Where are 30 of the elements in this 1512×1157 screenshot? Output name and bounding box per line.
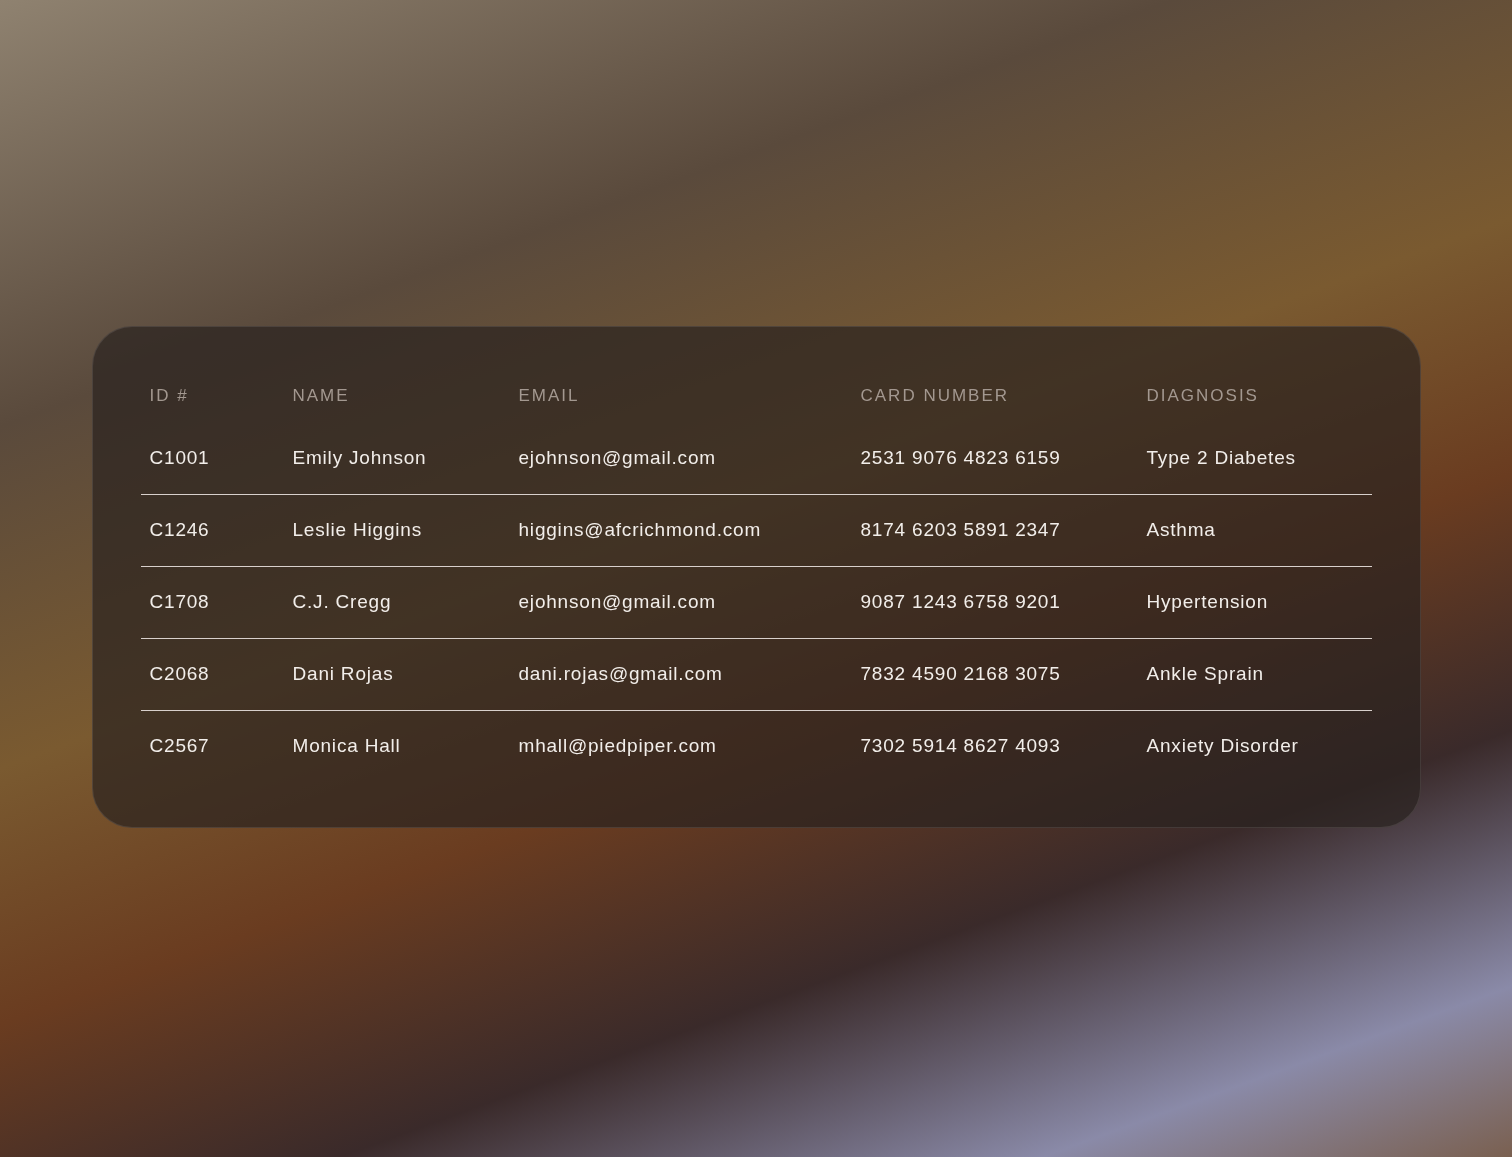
table-cell-text: higgins@afcrichmond.com <box>518 517 763 542</box>
table-cell-text: ejohnson@gmail.com <box>518 589 717 614</box>
table-cell-text: Dani Rojas <box>292 661 395 686</box>
table-cell-text: mhall@piedpiper.com <box>518 734 718 759</box>
table-cell-text: C.J. Cregg <box>292 589 393 614</box>
table-cell-text: 7302 5914 8627 4093 <box>860 734 1062 759</box>
table-cell-text: C1246 <box>149 517 211 542</box>
table-cell-text: 9087 1243 6758 9201 <box>860 589 1062 614</box>
table-cell-text: C1708 <box>149 589 211 614</box>
table-cell-text: Emily Johnson <box>292 445 428 470</box>
column-header: DIAGNOSIS <box>1146 385 1260 407</box>
table-cell-text: 8174 6203 5891 2347 <box>860 517 1062 542</box>
column-header: ID # <box>149 385 190 407</box>
table-cell-text: C2567 <box>149 734 211 759</box>
table-cell-text: dani.rojas@gmail.com <box>518 661 724 686</box>
table-cell-text: 7832 4590 2168 3075 <box>860 661 1062 686</box>
table-cell-text: Anxiety Disorder <box>1146 734 1300 759</box>
table-cell-text: ejohnson@gmail.com <box>518 445 717 470</box>
table-cell-text: C2068 <box>149 661 211 686</box>
column-header: EMAIL <box>518 385 581 407</box>
table-cell-text: Asthma <box>1146 517 1217 542</box>
table-cell-text: Ankle Sprain <box>1146 661 1265 686</box>
table-cell-text: Type 2 Diabetes <box>1146 445 1297 470</box>
table-cell-text: C1001 <box>149 445 211 470</box>
column-header: NAME <box>292 385 351 407</box>
table-cell-text: Monica Hall <box>292 734 402 759</box>
column-header: CARD NUMBER <box>860 385 1011 407</box>
table-cell-text: 2531 9076 4823 6159 <box>860 445 1062 470</box>
table-cell-text: Hypertension <box>1146 589 1270 614</box>
table-cell-text: Leslie Higgins <box>292 517 423 542</box>
